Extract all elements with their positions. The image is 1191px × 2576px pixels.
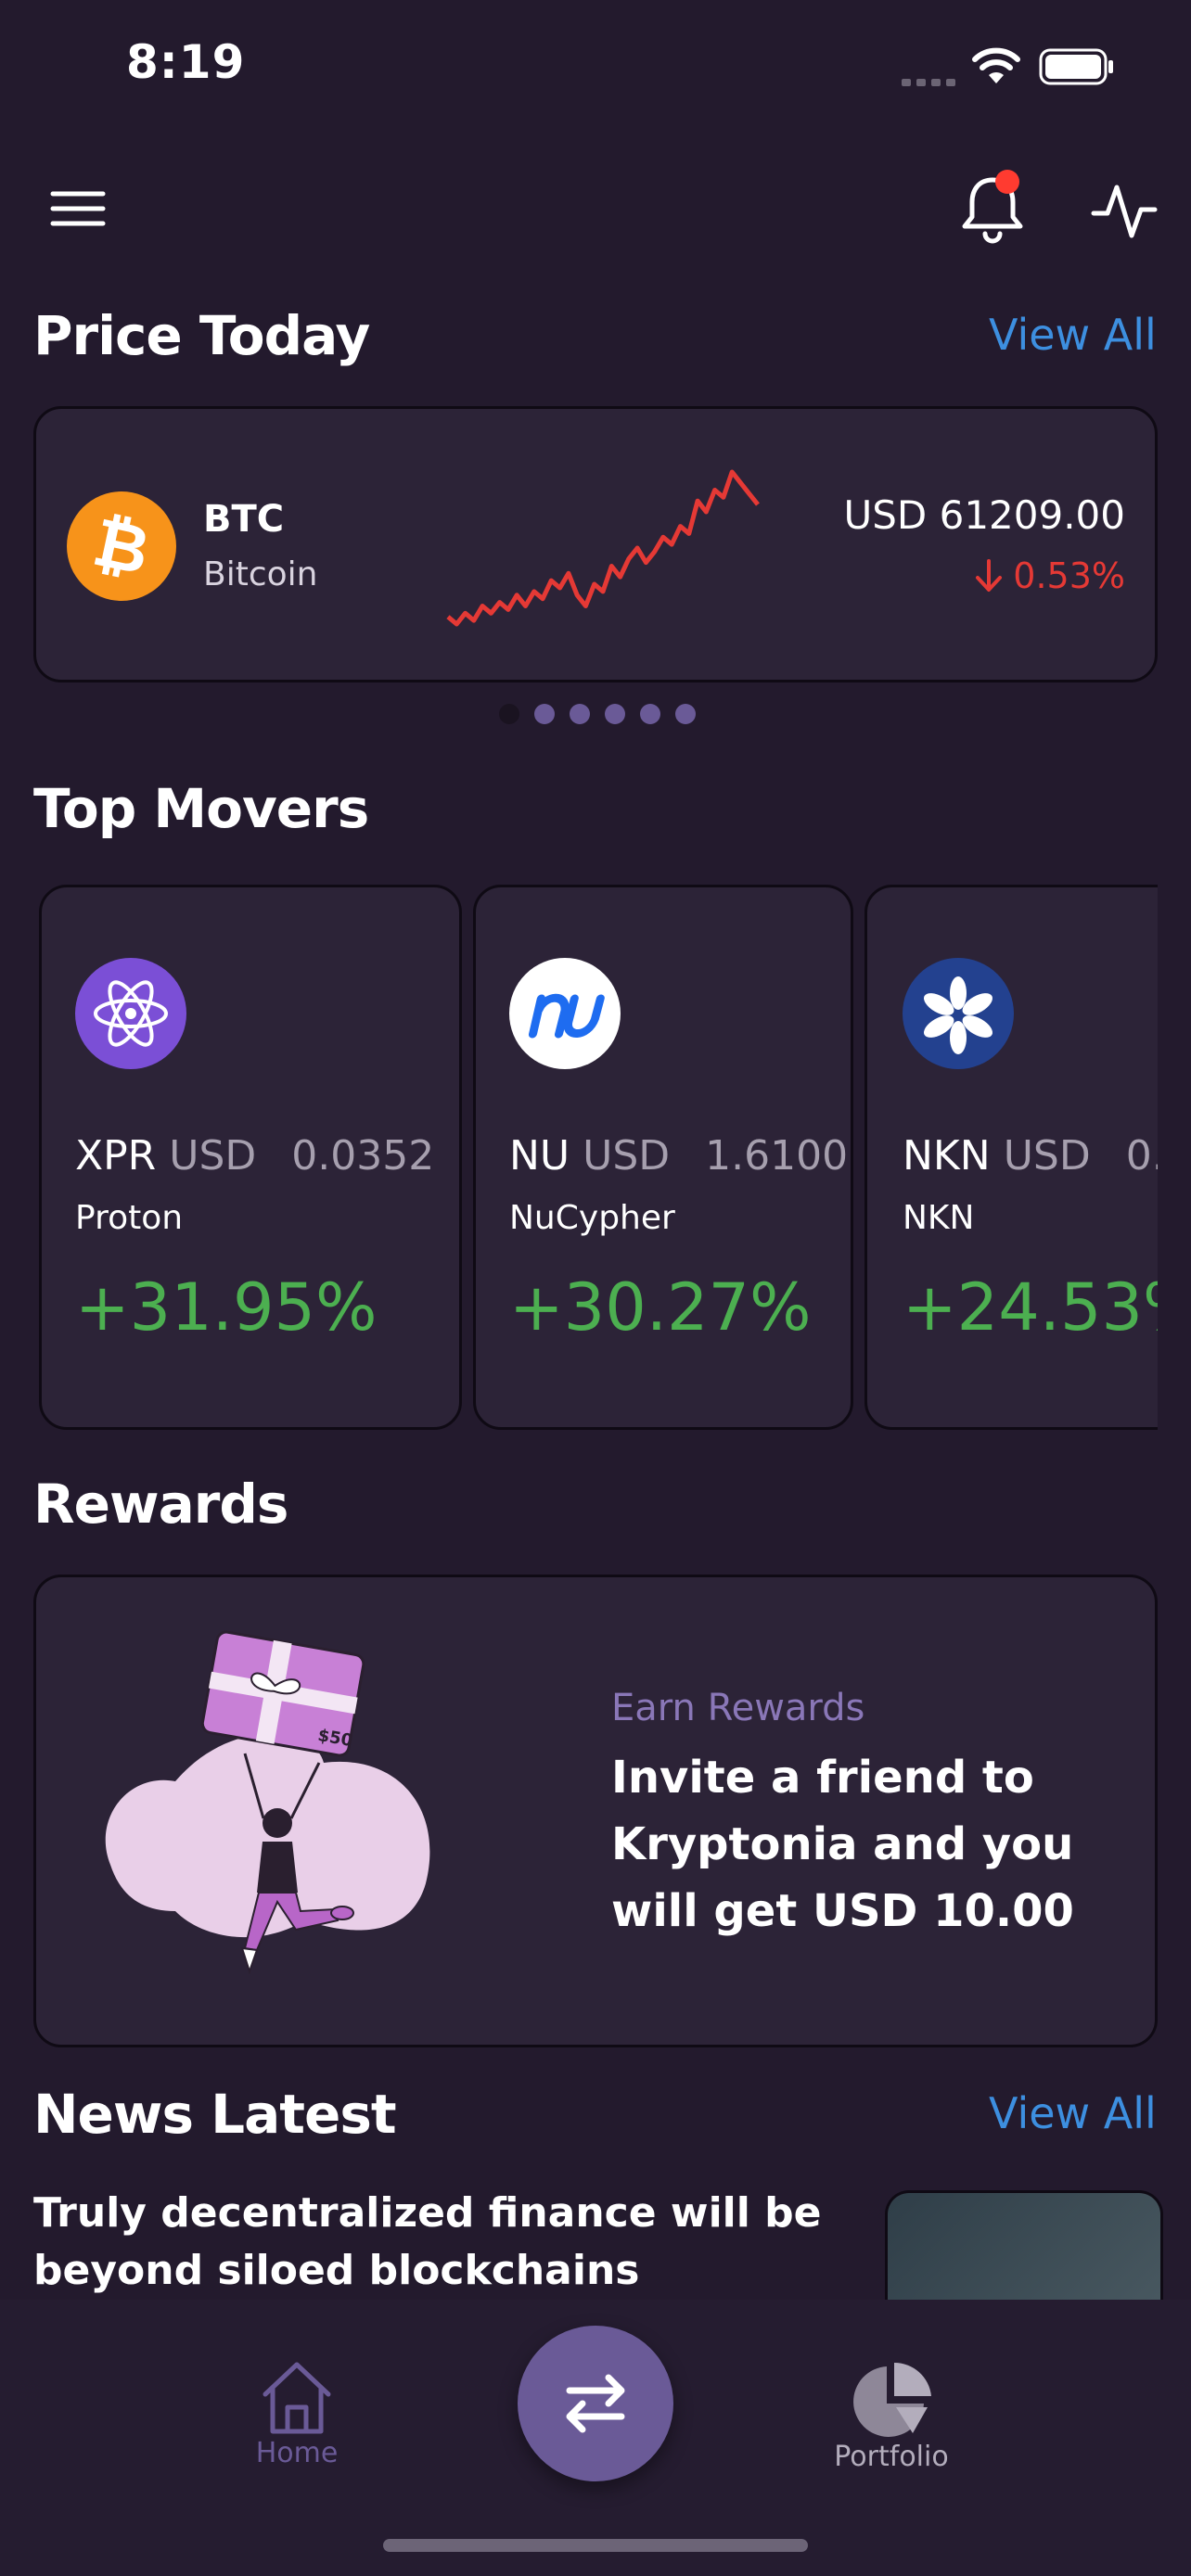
mover-card-nu[interactable]: NU USD 1.6100 NuCypher +30.27% [473,885,853,1430]
news-title: News Latest [33,2083,397,2146]
bell-icon[interactable] [955,167,1030,249]
rewards-tag: Earn Rewards [611,1687,865,1729]
svg-text:₿: ₿ [87,503,157,590]
pie-chart-icon [853,2362,931,2437]
btc-price: USD 61209.00 [843,492,1126,538]
tab-home-label: Home [255,2437,339,2469]
btc-price-card[interactable]: ₿ BTC Bitcoin USD 61209.00 0.53% [33,406,1158,682]
price-pager[interactable] [499,704,696,724]
btc-sparkline [446,469,760,627]
top-movers-title: Top Movers [33,777,369,840]
mover-currency: USD [583,1132,671,1180]
tab-bar: Home Portfolio [0,2300,1191,2576]
tab-home[interactable]: Home [243,2359,351,2469]
tab-portfolio[interactable]: Portfolio [831,2359,952,2473]
mover-name: NKN [903,1199,975,1237]
signal-icon [902,72,955,86]
pager-dot[interactable] [534,704,555,724]
rewards-card[interactable]: $50 Earn Rewards Invite a friend to Kryp… [33,1575,1158,2047]
rewards-title: Rewards [33,1473,288,1536]
news-headline[interactable]: Truly decentralized finance will be beyo… [33,2185,868,2300]
mover-change: +24.53% [903,1269,1158,1345]
bitcoin-logo-icon: ₿ [67,491,176,601]
pager-dot[interactable] [499,704,519,724]
reward-illustration: $50 [105,1630,430,1975]
mover-currency: USD [169,1132,257,1180]
hamburger-menu-icon[interactable] [50,189,106,232]
mover-change: +31.95% [75,1269,378,1345]
mover-price: 0.0352 [291,1132,435,1180]
tab-portfolio-label: Portfolio [834,2441,949,2473]
mover-price: 0. [1125,1132,1158,1180]
pager-dot[interactable] [570,704,590,724]
btc-change: 0.53% [972,555,1125,596]
top-movers-list[interactable]: XPR USD 0.0352 Proton +31.95% NU USD 1.6… [0,883,1158,1430]
mover-name: NuCypher [509,1199,675,1237]
price-today-view-all-link[interactable]: View All [989,310,1157,360]
leaf-flower-icon [903,958,1014,1069]
mover-row-xpr: XPR USD 0.0352 [75,1132,434,1180]
rewards-text: Invite a friend to Kryptonia and you wil… [611,1752,1074,1937]
swap-arrows-icon [566,2374,625,2433]
wifi-icon [970,46,1022,89]
nu-logo-icon [509,958,621,1069]
status-time: 8:19 [126,35,246,89]
arrow-down-icon [976,559,1003,592]
btc-name: Bitcoin [203,555,318,593]
mover-card-xpr[interactable]: XPR USD 0.0352 Proton +31.95% [39,885,462,1430]
exchange-button[interactable] [518,2326,673,2481]
mover-row-nu: NU USD 1.6100 [509,1132,848,1180]
mover-name: Proton [75,1199,184,1237]
mover-row-nkn: NKN USD 0. [903,1132,1158,1180]
pager-dot[interactable] [605,704,625,724]
mover-change: +30.27% [509,1269,812,1345]
atom-icon [75,958,186,1069]
pager-dot[interactable] [675,704,696,724]
home-icon [263,2362,331,2434]
activity-pulse-icon[interactable] [1091,182,1158,243]
btc-change-value: 0.53% [1013,555,1125,596]
mover-symbol: NKN [903,1132,991,1180]
btc-symbol: BTC [203,498,285,541]
mover-card-nkn[interactable]: NKN USD 0. NKN +24.53% [864,885,1158,1430]
battery-icon [1039,48,1115,89]
price-today-title: Price Today [33,304,370,367]
pager-dot[interactable] [640,704,660,724]
mover-symbol: NU [509,1132,570,1180]
mover-price: 1.6100 [705,1132,849,1180]
mover-currency: USD [1003,1132,1091,1180]
mover-symbol: XPR [75,1132,157,1180]
news-view-all-link[interactable]: View All [989,2088,1157,2138]
home-indicator [383,2539,808,2552]
